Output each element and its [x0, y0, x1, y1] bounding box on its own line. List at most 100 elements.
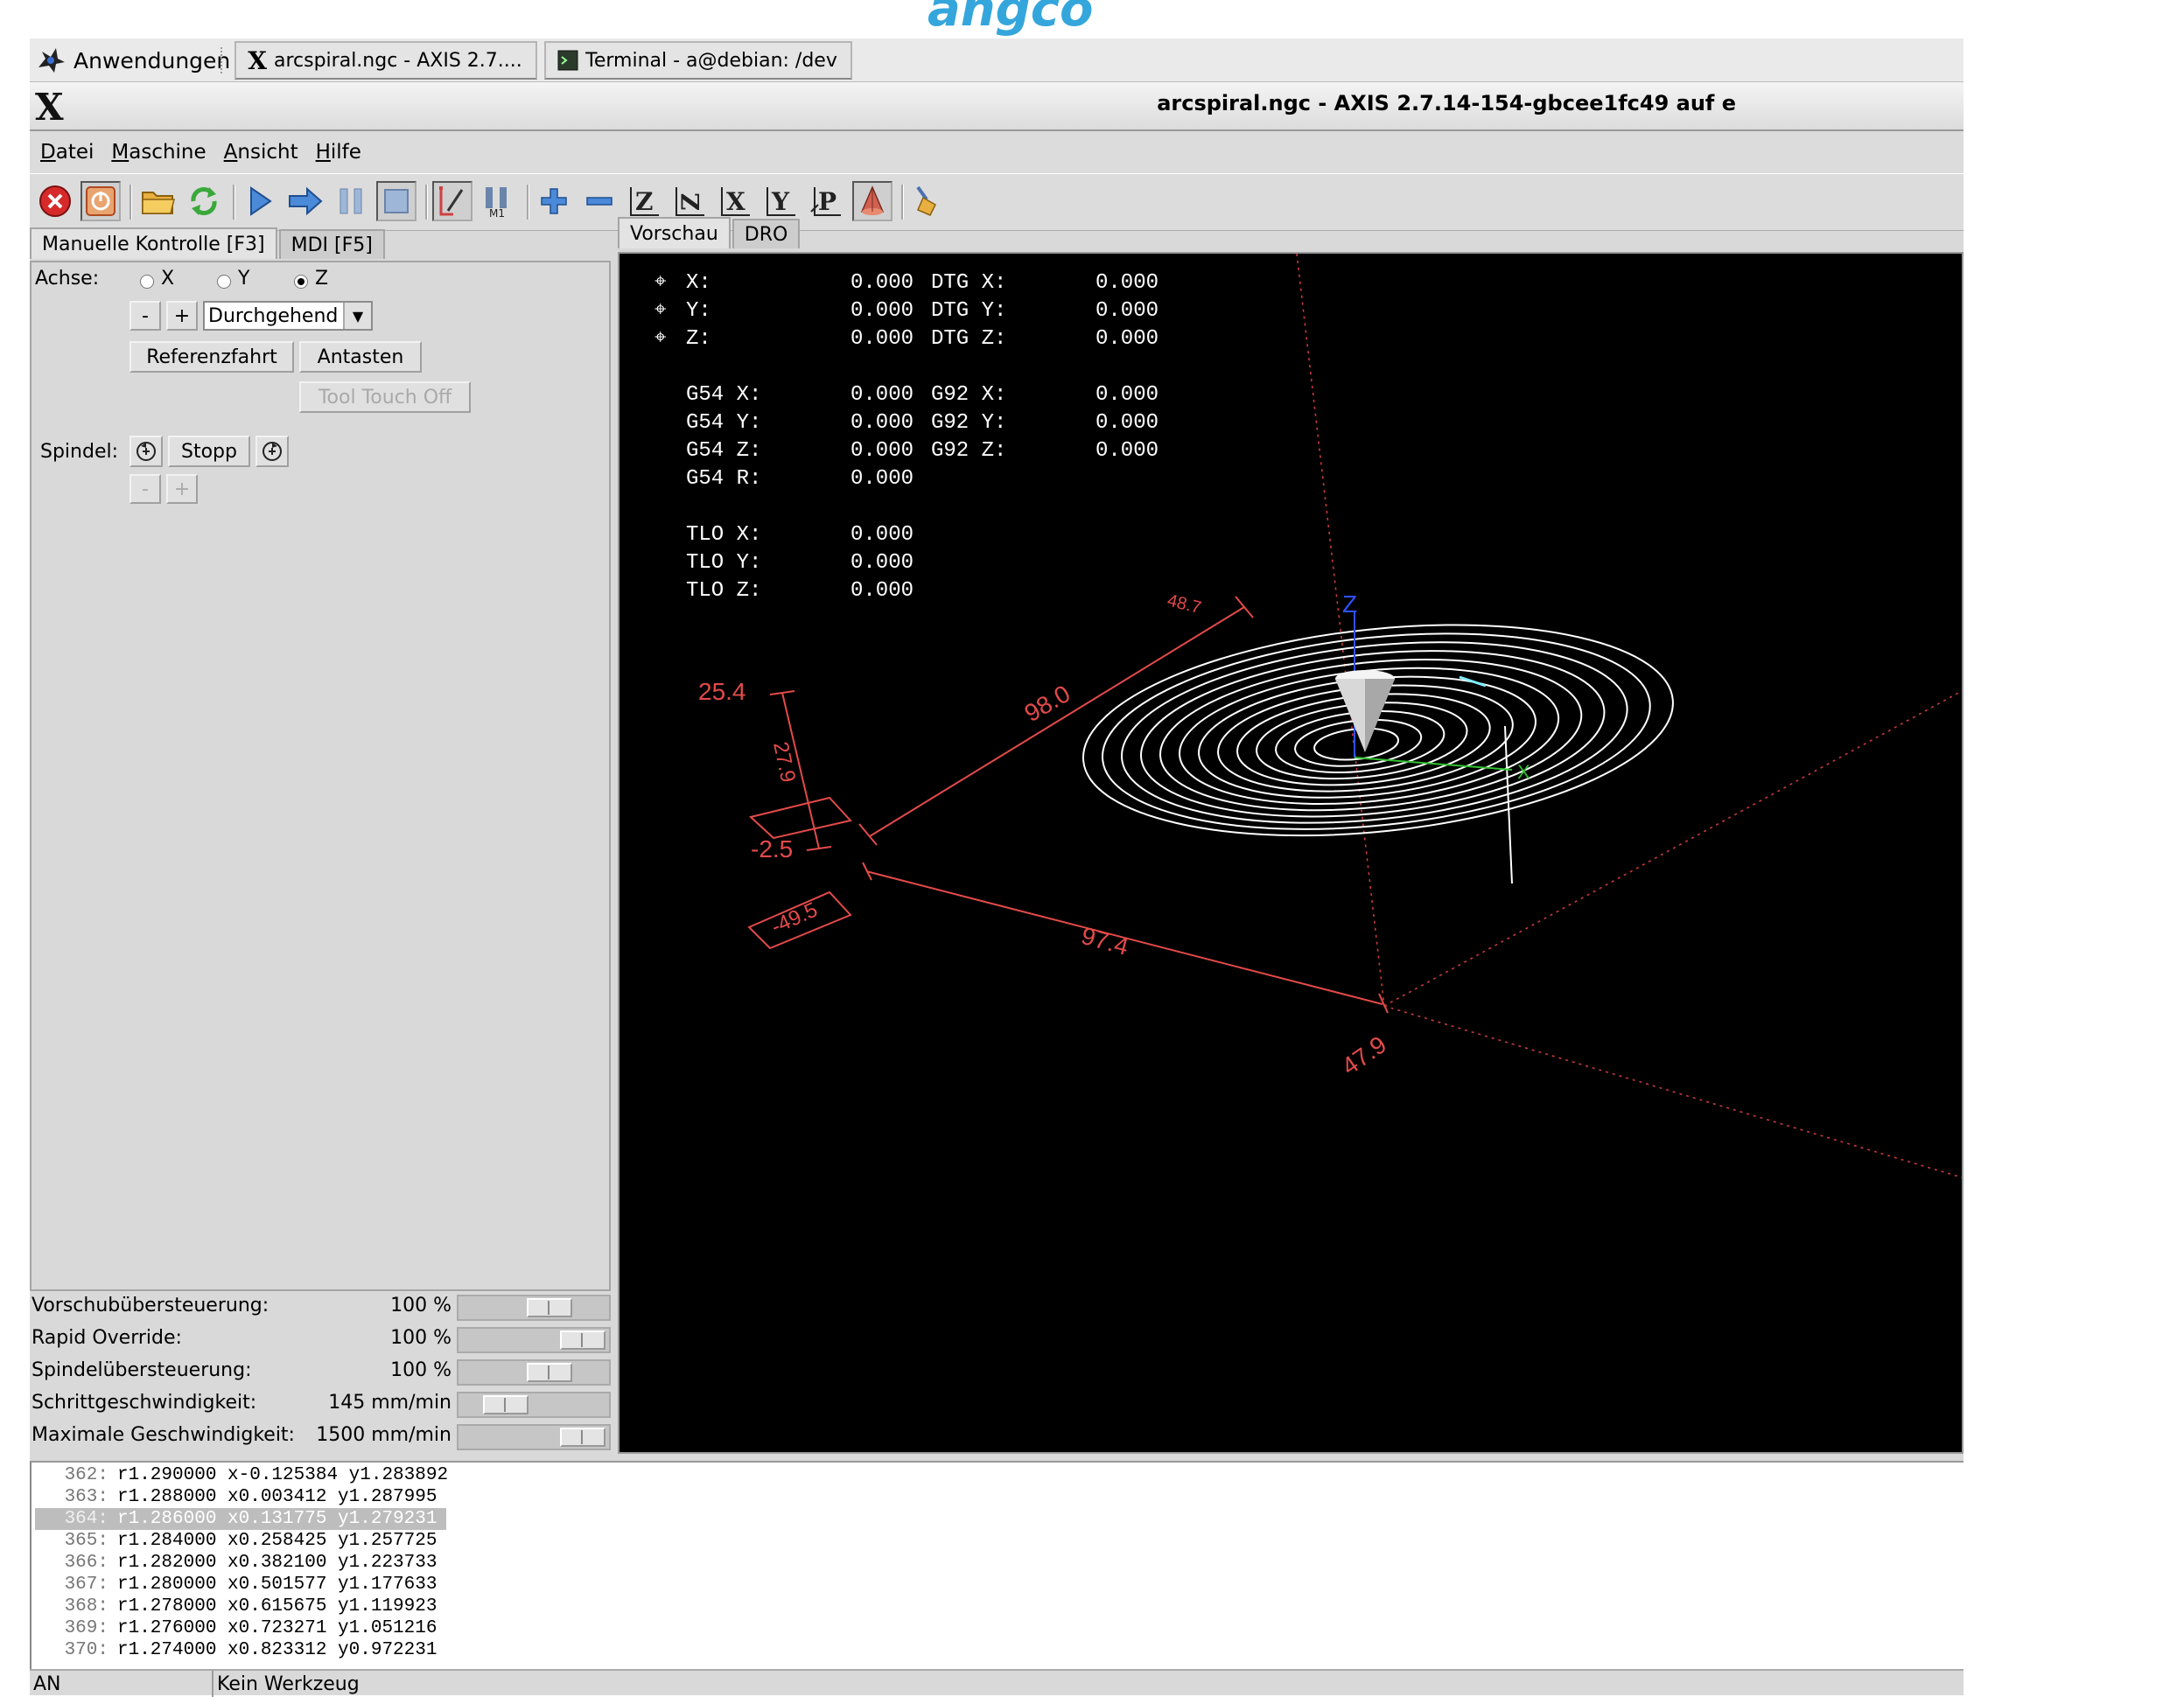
tab-preview[interactable]: Vorschau [618, 217, 731, 248]
gcode-line[interactable]: 362: r1.290000 x-0.125384 y1.283892 [35, 1464, 448, 1486]
dro-value: 0.000 [850, 579, 914, 603]
jog-speed-handle[interactable] [483, 1395, 529, 1414]
spindle-slower-button[interactable]: - [130, 474, 161, 504]
x-max-label: 47.9 [1337, 1030, 1391, 1080]
view-p-icon[interactable]: P [807, 181, 847, 221]
applications-menu-button[interactable]: Anwendungen [30, 41, 239, 80]
dro-label: DTG Y: [931, 299, 1007, 323]
dro-label: TLO Y: [686, 551, 762, 575]
taskbar-terminal-window[interactable]: Terminal - a@debian: /dev [544, 41, 852, 80]
gcode-line[interactable]: 367: r1.280000 x0.501577 y1.177633 [35, 1574, 446, 1596]
dro-spacer [654, 577, 686, 605]
x-axis-label: X [1517, 761, 1530, 783]
tool-touch-off-button[interactable]: Tool Touch Off [299, 381, 471, 413]
tab-mdi[interactable]: MDI [F5] [278, 229, 385, 259]
gcode-line[interactable]: 368: r1.278000 x0.615675 y1.119923 [35, 1596, 446, 1617]
stop-icon[interactable] [376, 181, 416, 221]
preview-canvas[interactable]: 25.4 -2.5 98.0 48.7 97.4 47.9 -49.5 27.9… [618, 252, 1964, 1454]
dro-row: ⌖ X: 0.000 DTG X: 0.000 [654, 269, 1158, 297]
dro-label [914, 577, 1062, 605]
step-icon[interactable] [285, 181, 326, 221]
spiral-ring [1082, 624, 1674, 837]
open-file-icon[interactable] [138, 181, 178, 221]
power-icon[interactable] [80, 181, 121, 221]
chevron-down-icon[interactable]: ▼ [343, 303, 371, 329]
view-z-icon[interactable]: Z [625, 181, 665, 221]
jog-mode-select[interactable]: Durchgehend ▼ [203, 301, 373, 331]
pause-icon[interactable] [331, 181, 371, 221]
toolbar-separator [425, 185, 428, 220]
view-z-rotated-icon[interactable]: Z [670, 181, 710, 221]
dro-spacer [654, 409, 686, 437]
dro-value [1062, 521, 1158, 549]
feed-override-handle[interactable] [527, 1298, 573, 1317]
toggle-rotate-icon[interactable] [852, 181, 892, 221]
rapid-override-handle[interactable] [560, 1330, 606, 1350]
menu-ansicht[interactable]: Ansicht [224, 141, 298, 164]
gcode-line[interactable]: 366: r1.282000 x0.382100 y1.223733 [35, 1552, 446, 1574]
estop-icon[interactable] [35, 181, 75, 221]
toolpath-exit-line [1504, 725, 1513, 884]
spindle-faster-button[interactable]: + [166, 474, 198, 504]
jog-speed-label: Schrittgeschwindigkeit: [32, 1392, 257, 1414]
rapid-override-slider[interactable] [457, 1327, 611, 1353]
dro-value: 0.000 [850, 383, 914, 407]
window-titlebar[interactable]: X arcspiral.ngc - AXIS 2.7.14-154-gbcee1… [30, 82, 1964, 131]
menu-maschine[interactable]: Maschine [111, 141, 206, 164]
menu-hilfe[interactable]: Hilfe [316, 141, 361, 164]
spindle-override-slider[interactable] [457, 1359, 611, 1386]
axis-radio-x[interactable] [140, 275, 154, 289]
spindle-stop-button[interactable]: Stopp [168, 436, 250, 467]
dro-value [1062, 577, 1158, 605]
block-delete-icon[interactable] [432, 181, 472, 221]
jog-speed-value: 145 mm/min [328, 1392, 452, 1414]
dro-label [686, 493, 817, 521]
gcode-line-selected[interactable]: 364: r1.286000 x0.131775 y1.279231 [35, 1508, 446, 1530]
run-icon[interactable] [240, 181, 280, 221]
max-velocity-slider[interactable] [457, 1424, 611, 1450]
toolbar-separator [233, 185, 235, 220]
home-button[interactable]: Referenzfahrt [130, 341, 294, 373]
dro-spacer [654, 549, 686, 577]
axis-radio-z[interactable] [294, 275, 308, 289]
gcode-line[interactable]: 370: r1.274000 x0.823312 y0.972231 [35, 1639, 446, 1661]
spindle-label: Spindel: [40, 441, 119, 463]
feed-override-slider[interactable] [457, 1295, 611, 1321]
dro-label: G92 Y: [931, 411, 1007, 435]
dro-value [817, 493, 914, 521]
dro-row: G54 Y: 0.000 G92 Y: 0.000 [654, 409, 1158, 437]
zoom-out-icon[interactable] [579, 181, 620, 221]
optional-stop-icon[interactable]: M1 [478, 181, 518, 221]
jog-speed-slider[interactable] [457, 1392, 611, 1418]
feed-override-value: 100 % [390, 1295, 452, 1316]
x-extent-label: 97.4 [1078, 922, 1131, 960]
jog-minus-button[interactable]: - [130, 301, 161, 331]
tab-dro[interactable]: DRO [732, 219, 801, 248]
clear-plot-icon[interactable] [908, 181, 948, 221]
gcode-line[interactable]: 363: r1.288000 x0.003412 y1.287995 [35, 1486, 446, 1508]
jog-plus-button[interactable]: + [166, 301, 198, 331]
machine-limits [1296, 254, 1962, 1178]
taskbar-axis-window[interactable]: X arcspiral.ngc - AXIS 2.7.... [234, 41, 537, 80]
taskbar: Anwendungen X arcspiral.ngc - AXIS 2.7..… [30, 38, 1964, 82]
taskbar-terminal-label: Terminal - a@debian: /dev [585, 49, 837, 72]
zoom-in-icon[interactable] [534, 181, 574, 221]
tab-manual-control[interactable]: Manuelle Kontrolle [F3] [30, 227, 277, 259]
touch-off-button[interactable]: Antasten [299, 341, 422, 373]
gcode-listing[interactable]: 362: r1.290000 x-0.125384 y1.283892 363: r… [30, 1461, 1964, 1671]
dro-value: 0.000 [850, 439, 914, 463]
view-y-icon[interactable]: Y [761, 181, 802, 221]
gcode-line[interactable]: 365: r1.284000 x0.258425 y1.257725 [35, 1530, 446, 1552]
view-x-icon[interactable]: X [716, 181, 756, 221]
max-velocity-handle[interactable] [560, 1428, 606, 1447]
reload-icon[interactable] [184, 181, 224, 221]
spindle-cw-icon[interactable] [256, 436, 289, 467]
spindle-ccw-icon[interactable] [130, 436, 163, 467]
axis-radio-y[interactable] [217, 275, 231, 289]
menu-datei[interactable]: Datei [40, 141, 94, 164]
window-icon[interactable]: X [35, 86, 64, 129]
dro-label [914, 465, 1062, 493]
gcode-line[interactable]: 369: r1.276000 x0.723271 y1.051216 [35, 1617, 446, 1639]
spindle-override-handle[interactable] [527, 1363, 573, 1382]
debian-logo-icon [37, 46, 66, 74]
